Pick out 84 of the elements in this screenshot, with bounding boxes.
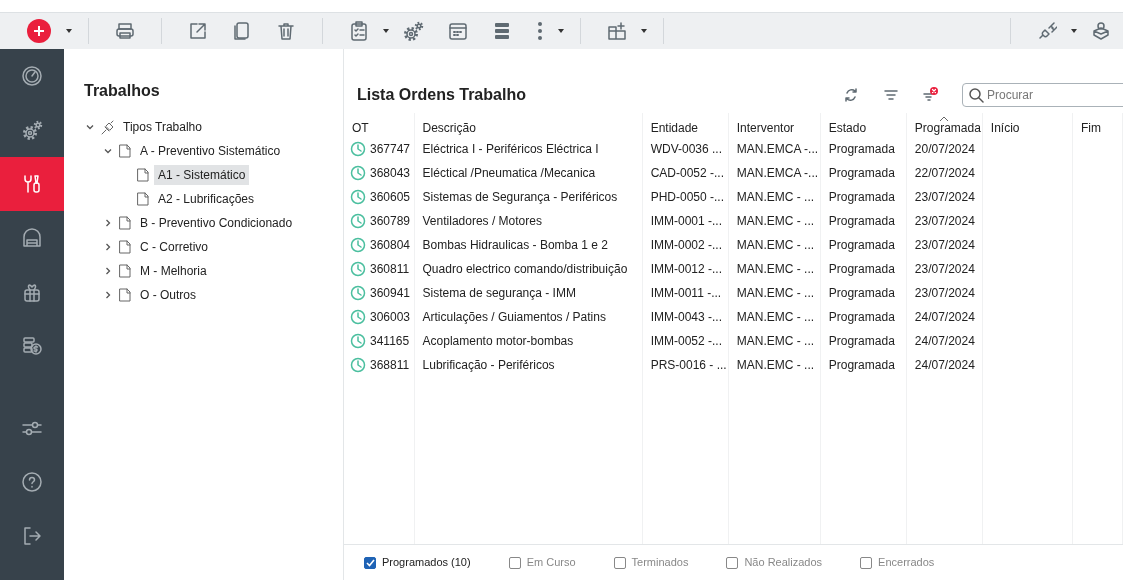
table-cell: Programada xyxy=(828,334,895,348)
table-cell: IMM-0011 -... xyxy=(650,286,722,300)
table-cell: Programada xyxy=(828,214,895,228)
panel-title: Lista Ordens Trabalho xyxy=(357,85,527,105)
table-cell-text: 360605 xyxy=(370,189,411,206)
table-cell: MAN.EMC - ... xyxy=(736,262,815,276)
filter-label: Encerrados xyxy=(878,555,935,571)
table-cell-text: 360804 xyxy=(370,237,411,254)
tree-item[interactable]: A2 - Lubrificações xyxy=(154,189,259,209)
table-cell: MAN.EMCA -... xyxy=(736,142,819,156)
table-cell: 23/07/2024 xyxy=(914,214,975,228)
table-cell: MAN.EMC - ... xyxy=(736,358,815,372)
filter-label: Não Realizados xyxy=(744,555,823,571)
table-cell: Programada xyxy=(828,190,895,204)
table-cell-text: 341165 xyxy=(370,333,410,350)
table-cell: Articulações / Guiamentos / Patins xyxy=(422,310,606,324)
table-cell: Programada xyxy=(828,262,895,276)
table-cell: MAN.EMC - ... xyxy=(736,334,815,348)
tree-item[interactable]: A - Preventivo Sistemático xyxy=(136,141,285,161)
table-cell: IMM-0012 -... xyxy=(650,262,723,276)
table-cell-text: 360941 xyxy=(370,285,411,302)
table-cell: Sistemas de Segurança - Periféricos xyxy=(422,190,618,204)
tree-item[interactable]: B - Preventivo Condicionado xyxy=(136,213,297,233)
table-cell-text: 368811 xyxy=(370,357,410,374)
tree-item[interactable]: A1 - Sistemático xyxy=(154,165,250,185)
table-cell: MAN.EMC - ... xyxy=(736,214,815,228)
table-cell: 22/07/2024 xyxy=(914,166,975,180)
table-cell: Bombas Hidraulicas - Bomba 1 e 2 xyxy=(422,238,608,252)
table-cell: MAN.EMC - ... xyxy=(736,190,815,204)
table-cell: 23/07/2024 xyxy=(914,238,975,252)
tree-item[interactable]: Tipos Trabalho xyxy=(119,117,206,137)
table-cell: MAN.EMC - ... xyxy=(736,238,815,252)
table-cell-text: 368043 xyxy=(370,165,411,182)
table-cell: Programada xyxy=(828,142,895,156)
table-cell: Programada xyxy=(828,238,895,252)
table-cell: 24/07/2024 xyxy=(914,358,975,372)
table-cell: IMM-0002 -... xyxy=(650,238,723,252)
table-cell: MAN.EMC - ... xyxy=(736,310,815,324)
table-cell: IMM-0043 -... xyxy=(650,310,723,324)
table-cell: 23/07/2024 xyxy=(914,262,975,276)
table-cell-text: 306003 xyxy=(370,309,411,326)
table-cell: Ventiladores / Motores xyxy=(422,214,542,228)
table-cell: Programada xyxy=(828,166,895,180)
table-cell: 24/07/2024 xyxy=(914,334,975,348)
column-header[interactable]: Programada xyxy=(914,121,981,135)
column-header[interactable]: OT xyxy=(352,121,369,135)
table-cell: Eléctical /Pneumatica /Mecanica xyxy=(422,166,596,180)
tree-item[interactable]: O - Outros xyxy=(136,285,200,305)
tree-item[interactable]: M - Melhoria xyxy=(136,261,211,281)
table-cell: IMM-0052 -... xyxy=(650,334,723,348)
table-cell-text: 360789 xyxy=(370,213,411,230)
table-cell: Programada xyxy=(828,286,895,300)
table-cell: 23/07/2024 xyxy=(914,190,975,204)
table-cell: Programada xyxy=(828,310,895,324)
filter-label: Terminados xyxy=(631,555,689,571)
table-cell: Acoplamento motor-bombas xyxy=(422,334,574,348)
table-cell: 20/07/2024 xyxy=(914,142,975,156)
table-cell: Quadro electrico comando/distribuição xyxy=(422,262,628,276)
column-header[interactable]: Estado xyxy=(828,121,867,135)
table-cell-text: 360811 xyxy=(370,261,410,278)
table-cell: 24/07/2024 xyxy=(914,310,975,324)
column-header[interactable]: Início xyxy=(990,121,1020,135)
table-cell: Eléctrica I - Periféricos Eléctrica I xyxy=(422,142,599,156)
table-cell: MAN.EMC - ... xyxy=(736,286,815,300)
column-header[interactable]: Fim xyxy=(1080,121,1101,135)
table-cell: Lubrificação - Periféricos xyxy=(422,358,555,372)
column-header[interactable]: Entidade xyxy=(650,121,699,135)
filter-label: Em Curso xyxy=(526,555,576,571)
table-cell: CAD-0052 -... xyxy=(650,166,725,180)
panel-title: Trabalhos xyxy=(84,81,161,101)
search-field[interactable]: Procurar xyxy=(962,83,1123,107)
tree-item[interactable]: C - Corretivo xyxy=(136,237,212,257)
table-cell: PHD-0050 -... xyxy=(650,190,725,204)
column-header[interactable]: Descrição xyxy=(422,121,476,135)
table-cell: Programada xyxy=(828,358,895,372)
table-cell: PRS-0016 - ... xyxy=(650,358,727,372)
table-cell: 23/07/2024 xyxy=(914,286,975,300)
table-cell: MAN.EMCA -... xyxy=(736,166,819,180)
table-cell: Sistema de segurança - IMM xyxy=(422,286,576,300)
filter-label: Programados (10) xyxy=(382,555,471,571)
table-cell: WDV-0036 ... xyxy=(650,142,723,156)
table-cell: IMM-0001 -... xyxy=(650,214,723,228)
column-header[interactable]: Interventor xyxy=(736,121,795,135)
table-cell-text: 367747 xyxy=(370,141,411,158)
